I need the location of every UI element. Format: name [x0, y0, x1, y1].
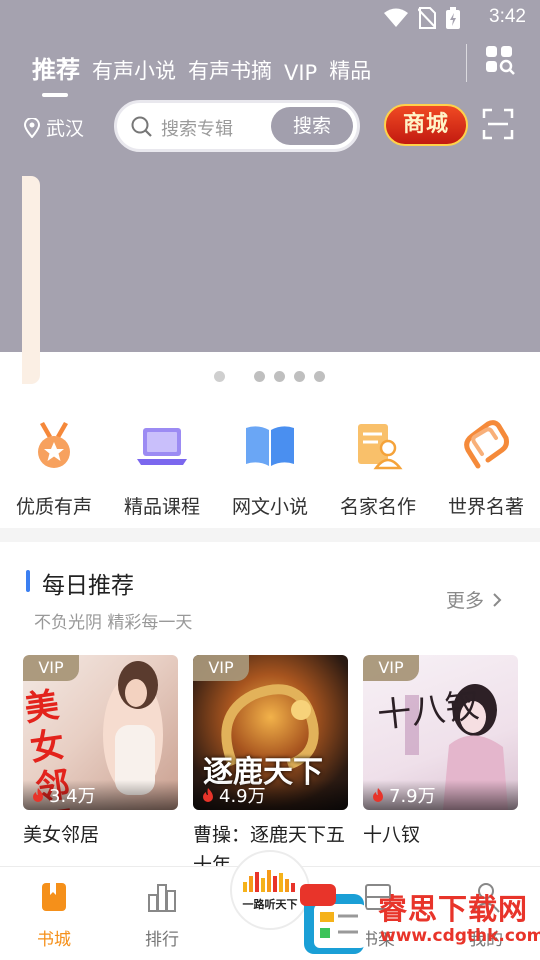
watermark-name: 睿思下载网 [378, 892, 529, 926]
book-icon [246, 426, 294, 466]
watermark-url: www.cdgthk.com [380, 926, 540, 946]
category-label: 名家名作 [339, 496, 416, 518]
category-premium-course[interactable]: 精品课程 [108, 418, 216, 519]
play-count: 3.4万 [23, 780, 178, 810]
search-input[interactable]: 搜索专辑 搜索 [114, 100, 360, 152]
location-pin-icon [24, 117, 40, 138]
book-cover: 十八钗 VIP 7.9万 [363, 655, 518, 810]
location-selector[interactable]: 武汉 [24, 114, 84, 141]
section-accent-bar [26, 570, 30, 592]
category-masterpiece[interactable]: 名家名作 [324, 418, 432, 519]
ranking-icon [148, 884, 176, 912]
category-label: 世界名著 [447, 496, 524, 518]
watermark-logo-icon [300, 884, 366, 954]
top-tabs: 推荐 有声小说 有声书摘 VIP 精品 [32, 50, 383, 97]
more-label: 更多 [446, 590, 485, 612]
mall-button[interactable]: 商城 [384, 104, 468, 146]
watermark: 睿思下载网 www.cdgthk.com [300, 884, 540, 960]
fire-icon [373, 788, 383, 802]
category-row: 优质有声 精品课程 网文小说 名家名作 世界名著 [0, 418, 540, 528]
category-quality-audio[interactable]: 优质有声 [0, 418, 108, 519]
play-count-value: 3.4万 [49, 786, 96, 807]
nav-ranking[interactable]: 排行 [112, 881, 212, 950]
vip-badge: VIP [23, 655, 79, 681]
book-cover: 美女邻居 VIP 3.4万 [23, 655, 178, 810]
category-grid-icon[interactable] [484, 44, 516, 76]
daily-subtitle: 不负光阴 精彩每一天 [34, 613, 193, 633]
search-placeholder: 搜索专辑 [161, 119, 233, 140]
tab-recommend[interactable]: 推荐 [32, 50, 80, 97]
vip-badge: VIP [193, 655, 249, 681]
tab-premium[interactable]: 精品 [329, 55, 371, 85]
banner-indicator [0, 371, 540, 383]
scan-icon[interactable] [482, 108, 514, 140]
play-count: 4.9万 [193, 780, 348, 810]
center-player-button[interactable]: 一路听天下 [230, 850, 310, 930]
book-title: 美女邻居 [23, 824, 100, 846]
nav-label: 排行 [145, 930, 179, 950]
medal-icon [38, 422, 70, 468]
banner-dot[interactable] [254, 371, 265, 382]
search-button[interactable]: 搜索 [271, 107, 353, 145]
location-search-bar: 武汉 搜索专辑 搜索 商城 [24, 100, 524, 154]
banner-card[interactable] [22, 176, 40, 384]
bookstore-icon [42, 883, 66, 911]
fire-icon [203, 788, 213, 802]
banner-dot[interactable] [294, 371, 305, 382]
laptop-icon [137, 428, 187, 465]
search-icon [131, 116, 152, 137]
clip-icon [464, 420, 509, 469]
author-doc-icon [358, 424, 403, 470]
daily-title: 每日推荐 [42, 573, 134, 599]
tab-vip[interactable]: VIP [284, 61, 317, 85]
fire-icon [33, 788, 43, 802]
no-sim-icon [418, 7, 436, 29]
category-label: 精品课程 [123, 496, 200, 518]
tab-audio-excerpt[interactable]: 有声书摘 [188, 55, 272, 85]
vip-badge: VIP [363, 655, 419, 681]
book-title: 十八钗 [363, 824, 421, 846]
play-count: 7.9万 [363, 780, 518, 810]
tab-audio-novel[interactable]: 有声小说 [92, 55, 176, 85]
section-gap [0, 528, 540, 542]
category-world-classics[interactable]: 世界名著 [432, 418, 540, 519]
book-card[interactable]: 十八钗 VIP 7.9万 十八钗 [363, 655, 518, 850]
location-label: 武汉 [46, 118, 85, 140]
center-button-label: 一路听天下 [242, 898, 298, 911]
banner-dot[interactable] [214, 371, 225, 382]
category-label: 优质有声 [15, 496, 92, 518]
tab-divider [466, 44, 467, 82]
play-count-value: 7.9万 [389, 786, 436, 807]
more-link[interactable]: 更多 [446, 586, 502, 613]
sound-wave-icon [243, 870, 295, 892]
battery-icon [446, 7, 460, 29]
wifi-icon [384, 8, 408, 27]
chevron-right-icon [493, 592, 502, 607]
banner-dot[interactable] [274, 371, 285, 382]
nav-bookstore[interactable]: 书城 [4, 881, 104, 950]
status-bar: 3:42 [0, 0, 540, 36]
category-web-novel[interactable]: 网文小说 [216, 418, 324, 519]
category-label: 网文小说 [231, 496, 308, 518]
status-icons [384, 7, 460, 29]
banner-dot[interactable] [314, 371, 325, 382]
book-card[interactable]: 逐鹿天下 VIP 4.9万 曹操：逐鹿天下五十年 [193, 655, 348, 880]
nav-label: 书城 [37, 930, 71, 950]
book-cover: 逐鹿天下 VIP 4.9万 [193, 655, 348, 810]
status-time: 3:42 [489, 6, 526, 27]
book-card[interactable]: 美女邻居 VIP 3.4万 美女邻居 [23, 655, 178, 850]
play-count-value: 4.9万 [219, 786, 266, 807]
